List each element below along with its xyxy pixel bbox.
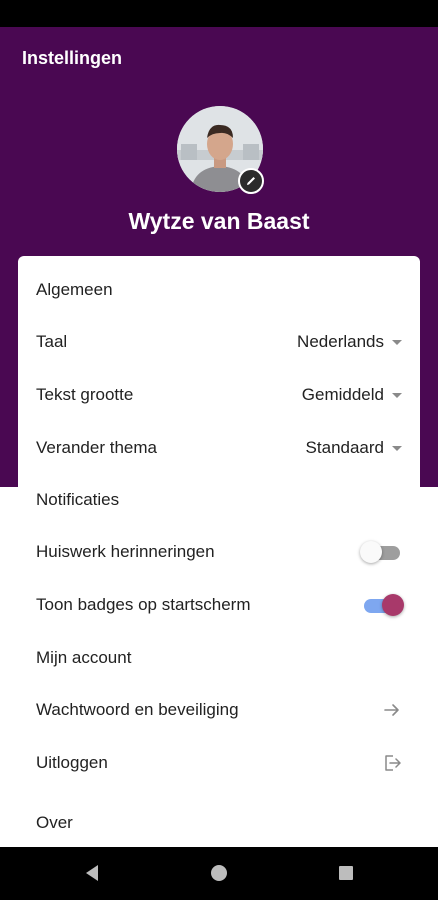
theme-setting[interactable]: Verander thema Standaard	[18, 422, 420, 474]
toggle-thumb	[360, 541, 382, 563]
text-size-value: Gemiddeld	[301, 385, 384, 404]
section-general: Algemeen	[18, 264, 420, 316]
section-header-about: Over	[36, 813, 73, 832]
edit-avatar-button[interactable]	[238, 168, 264, 194]
text-size-dropdown[interactable]: Gemiddeld	[302, 385, 402, 405]
home-circle-icon	[211, 865, 227, 881]
language-label: Taal	[36, 332, 68, 351]
text-size-setting[interactable]: Tekst grootte Gemiddeld	[18, 369, 420, 421]
homework-reminders-setting[interactable]: Huiswerk herinneringen	[18, 526, 420, 578]
home-button[interactable]	[209, 863, 229, 883]
language-value: Nederlands	[297, 332, 384, 351]
section-about[interactable]: Over	[18, 797, 420, 849]
section-account: Mijn account	[18, 632, 420, 684]
text-size-label: Tekst grootte	[36, 385, 134, 404]
section-header-general: Algemeen	[36, 280, 113, 299]
profile-name: Wytze van Baast	[128, 208, 310, 234]
navigation-bar	[0, 847, 438, 900]
badges-toggle[interactable]	[362, 593, 404, 617]
section-header-notifications: Notificaties	[36, 490, 120, 509]
language-dropdown[interactable]: Nederlands	[297, 332, 402, 352]
chevron-down-icon	[392, 339, 402, 345]
homework-reminders-label: Huiswerk herinneringen	[36, 542, 215, 561]
logout-item[interactable]: Uitloggen	[18, 737, 420, 789]
theme-dropdown[interactable]: Standaard	[306, 438, 402, 458]
recents-square-icon	[339, 866, 353, 880]
password-security-item[interactable]: Wachtwoord en beveiliging	[18, 684, 420, 736]
toggle-thumb	[382, 594, 404, 616]
section-notifications: Notificaties	[18, 474, 420, 526]
badges-setting[interactable]: Toon badges op startscherm	[18, 579, 420, 631]
theme-label: Verander thema	[36, 438, 157, 457]
logout-label: Uitloggen	[36, 753, 108, 772]
back-triangle-icon	[86, 865, 98, 881]
arrow-right-icon	[384, 704, 399, 716]
chevron-down-icon	[392, 445, 402, 451]
password-security-label: Wachtwoord en beveiliging	[36, 700, 239, 719]
recents-button[interactable]	[336, 863, 356, 883]
status-bar	[0, 0, 438, 27]
homework-reminders-toggle[interactable]	[360, 540, 402, 564]
logout-icon	[385, 755, 401, 771]
pencil-icon	[247, 177, 255, 185]
badges-label: Toon badges op startscherm	[36, 595, 251, 614]
theme-value: Standaard	[305, 438, 384, 457]
page-title: Instellingen	[22, 48, 123, 68]
back-button[interactable]	[82, 863, 102, 883]
chevron-down-icon	[392, 392, 402, 398]
section-header-account: Mijn account	[36, 648, 132, 667]
language-setting[interactable]: Taal Nederlands	[18, 316, 420, 368]
